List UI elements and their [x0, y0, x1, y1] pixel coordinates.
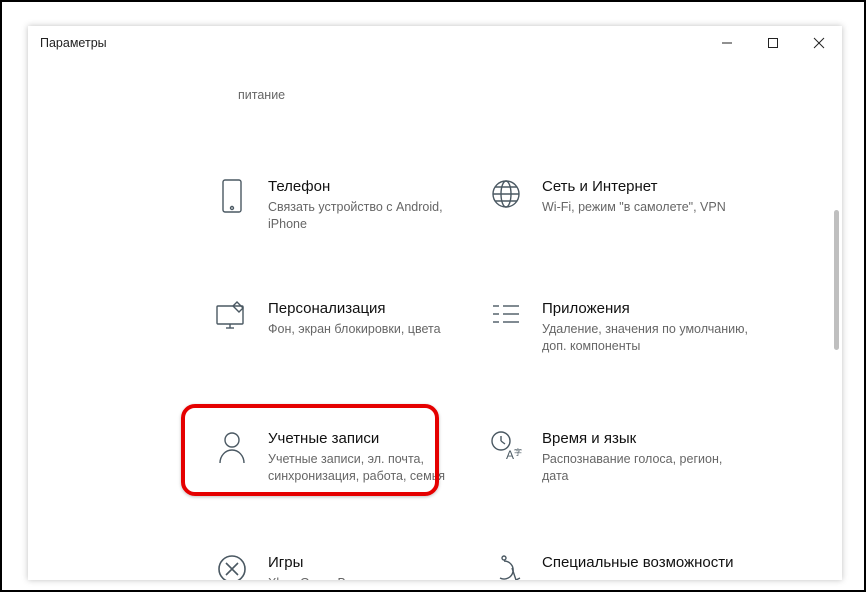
category-title: Приложения — [542, 300, 748, 317]
category-accessibility[interactable]: Специальные возможности — [488, 554, 748, 580]
category-network[interactable]: Сеть и Интернет Wi-Fi, режим "в самолете… — [488, 178, 748, 216]
time-language-icon: A字 — [488, 430, 524, 466]
person-icon — [214, 430, 250, 466]
category-desc: Фон, экран блокировки, цвета — [268, 321, 474, 338]
apps-icon — [488, 300, 524, 336]
phone-icon — [214, 178, 250, 214]
settings-grid: Телефон Связать устройство с Android, iP… — [28, 60, 842, 580]
personalization-icon — [214, 300, 250, 336]
maximize-button[interactable] — [750, 26, 796, 60]
category-desc: Распознавание голоса, регион, дата — [542, 451, 748, 485]
scrollbar-thumb[interactable] — [834, 210, 839, 350]
settings-body: питание Телефон Связать устройство с And… — [28, 60, 842, 580]
category-time-language[interactable]: A字 Время и язык Распознавание голоса, ре… — [488, 430, 748, 485]
window-controls — [704, 26, 842, 60]
category-desc: Удаление, значения по умолчанию, доп. ко… — [542, 321, 748, 355]
category-accounts[interactable]: Учетные записи Учетные записи, эл. почта… — [214, 430, 474, 485]
category-title: Телефон — [268, 178, 474, 195]
accessibility-icon — [488, 554, 524, 580]
titlebar: Параметры — [28, 26, 842, 60]
category-title: Специальные возможности — [542, 554, 748, 571]
category-apps[interactable]: Приложения Удаление, значения по умолчан… — [488, 300, 748, 355]
svg-text:A: A — [506, 448, 514, 462]
category-title: Персонализация — [268, 300, 474, 317]
globe-icon — [488, 178, 524, 214]
close-icon — [813, 37, 825, 49]
minimize-icon — [721, 37, 733, 49]
category-title: Учетные записи — [268, 430, 474, 447]
category-title: Время и язык — [542, 430, 748, 447]
category-desc: Учетные записи, эл. почта, синхронизация… — [268, 451, 474, 485]
gaming-icon — [214, 554, 250, 580]
close-button[interactable] — [796, 26, 842, 60]
category-desc: Xbox Game Bar, снимки, — [268, 575, 474, 580]
category-desc: Wi-Fi, режим "в самолете", VPN — [542, 199, 748, 216]
category-gaming[interactable]: Игры Xbox Game Bar, снимки, — [214, 554, 474, 580]
category-title: Сеть и Интернет — [542, 178, 748, 195]
category-phone[interactable]: Телефон Связать устройство с Android, iP… — [214, 178, 474, 233]
category-desc: Связать устройство с Android, iPhone — [268, 199, 474, 233]
window-title: Параметры — [40, 36, 107, 50]
maximize-icon — [767, 37, 779, 49]
settings-window: Параметры питание Телефон Связа — [28, 26, 842, 580]
svg-text:字: 字 — [514, 447, 522, 457]
category-personalization[interactable]: Персонализация Фон, экран блокировки, цв… — [214, 300, 474, 338]
category-title: Игры — [268, 554, 474, 571]
minimize-button[interactable] — [704, 26, 750, 60]
